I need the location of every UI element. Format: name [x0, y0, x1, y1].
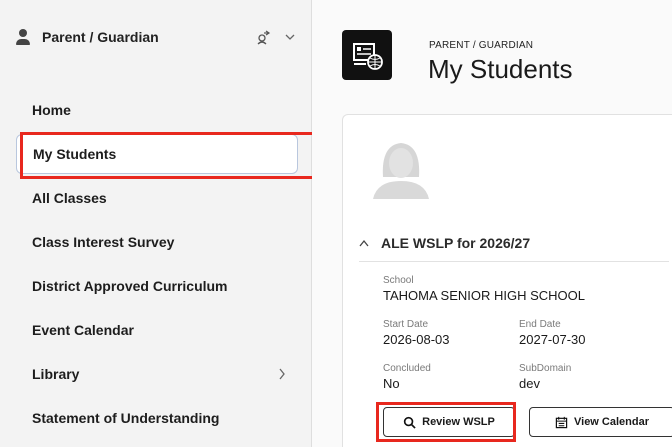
subdomain-label: SubDomain: [519, 363, 572, 374]
sidebar-item-all-classes[interactable]: All Classes: [16, 176, 306, 220]
start-date-field: Start Date 2026-08-03: [383, 319, 450, 347]
sidebar-item-district-approved-curriculum[interactable]: District Approved Curriculum: [16, 264, 306, 308]
concluded-label: Concluded: [383, 363, 431, 374]
chevron-up-icon: [359, 239, 369, 247]
role-label: Parent / Guardian: [42, 29, 159, 45]
student-browser-icon: [342, 30, 392, 80]
page-eyebrow: PARENT / GUARDIAN: [429, 40, 534, 51]
school-field: School TAHOMA SENIOR HIGH SCHOOL: [383, 275, 585, 303]
sidebar-item-statement-of-understanding[interactable]: Statement of Understanding: [16, 396, 306, 440]
chevron-right-icon: [279, 368, 285, 380]
school-label: School: [383, 275, 414, 286]
student-card: ALE WSLP for 2026/27 School TAHOMA SENIO…: [342, 114, 672, 447]
person-icon: [16, 29, 30, 45]
switch-user-icon[interactable]: [256, 29, 272, 45]
highlight-my-students: [20, 132, 316, 179]
concluded-field: Concluded No: [383, 363, 431, 391]
concluded-value: No: [383, 376, 400, 391]
view-calendar-button[interactable]: View Calendar: [529, 407, 672, 437]
end-date-label: End Date: [519, 319, 561, 330]
subdomain-value: dev: [519, 376, 540, 391]
subdomain-field: SubDomain dev: [519, 363, 571, 391]
chevron-down-icon[interactable]: [284, 31, 296, 43]
sidebar-item-library-label: Library: [32, 366, 80, 382]
main-content: PARENT / GUARDIAN My Students ALE WSLP f…: [312, 0, 672, 447]
start-date-value: 2026-08-03: [383, 332, 450, 347]
plan-title: ALE WSLP for 2026/27: [381, 235, 531, 251]
end-date-value: 2027-07-30: [519, 332, 586, 347]
sidebar-item-class-interest-survey[interactable]: Class Interest Survey: [16, 220, 306, 264]
school-value: TAHOMA SENIOR HIGH SCHOOL: [383, 288, 586, 303]
start-date-label: Start Date: [383, 319, 429, 330]
plan-section-toggle[interactable]: ALE WSLP for 2026/27: [359, 235, 530, 251]
highlight-review-wslp: [376, 402, 516, 442]
role-switcher[interactable]: Parent / Guardian: [16, 22, 296, 52]
sidebar-item-library[interactable]: Library: [16, 352, 306, 396]
view-calendar-label: View Calendar: [574, 416, 649, 428]
page-title: My Students: [428, 54, 573, 84]
student-avatar-icon: [373, 143, 429, 199]
sidebar: Parent / Guardian Home My Students All C…: [0, 0, 312, 447]
end-date-field: End Date 2027-07-30: [519, 319, 586, 347]
sidebar-item-home[interactable]: Home: [16, 88, 306, 132]
sidebar-item-event-calendar[interactable]: Event Calendar: [16, 308, 306, 352]
section-divider: [359, 261, 669, 262]
calendar-icon: [555, 416, 568, 428]
